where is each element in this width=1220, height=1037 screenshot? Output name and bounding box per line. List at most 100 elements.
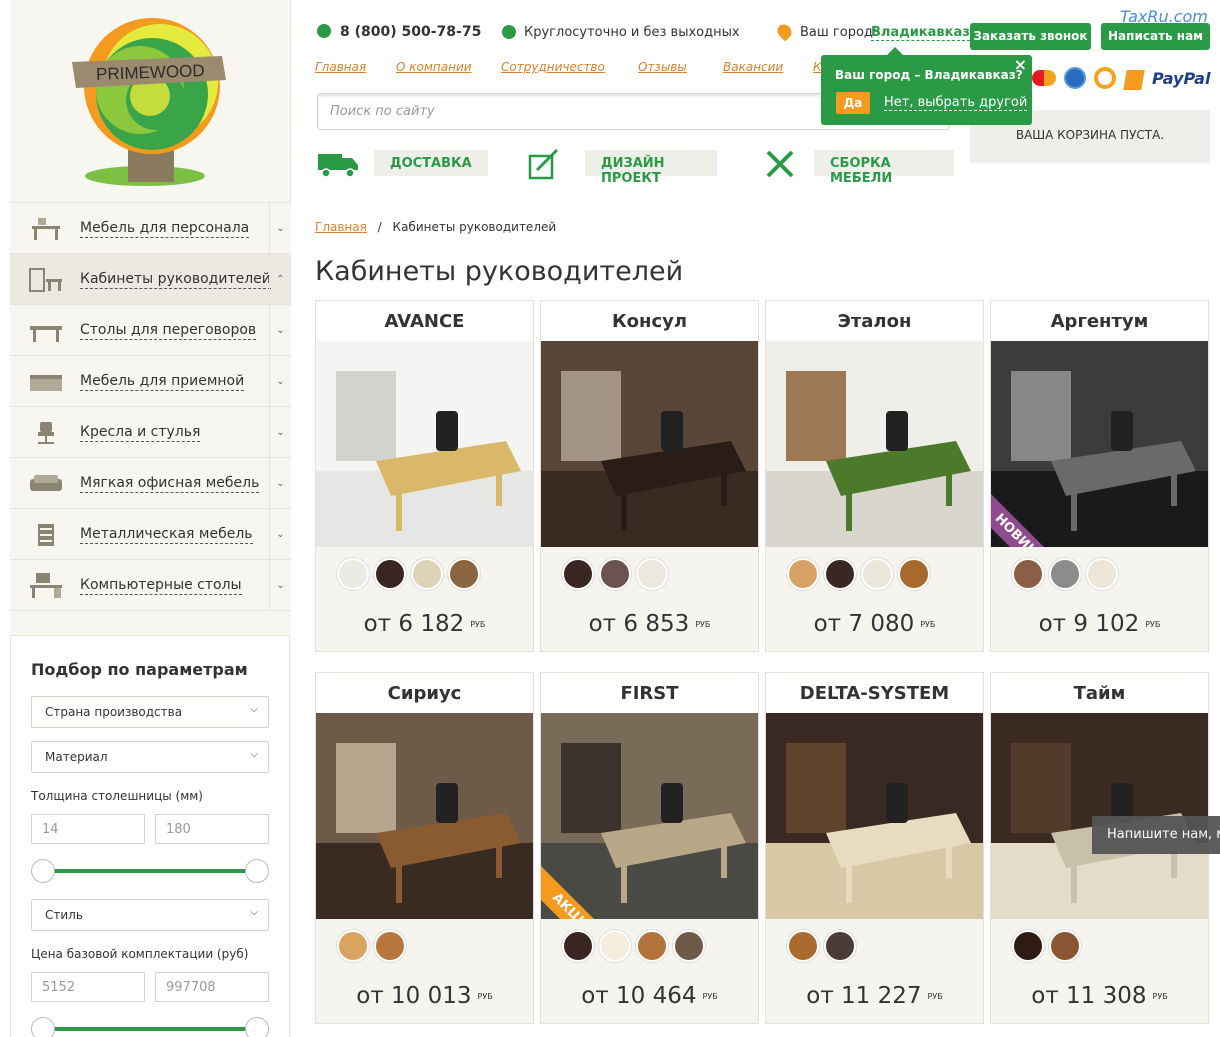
product-image[interactable] bbox=[541, 341, 758, 547]
product-card[interactable]: AVANCE от 6 182 РУБ bbox=[315, 300, 534, 652]
service-design[interactable]: ДИЗАЙН ПРОЕКТ bbox=[527, 145, 717, 186]
service-delivery[interactable]: ДОСТАВКА bbox=[316, 145, 488, 179]
product-image[interactable] bbox=[766, 713, 983, 919]
color-swatch[interactable] bbox=[562, 930, 594, 962]
sidebar-item[interactable]: Мебель для приемной ⌄ bbox=[10, 356, 291, 407]
color-swatch[interactable] bbox=[337, 930, 369, 962]
logo-area: PRIMEWOOD bbox=[10, 0, 291, 202]
color-swatch[interactable] bbox=[374, 930, 406, 962]
logo[interactable]: PRIMEWOOD bbox=[10, 0, 291, 202]
service-assembly[interactable]: СБОРКА МЕБЕЛИ bbox=[764, 145, 954, 186]
sidebar-item[interactable]: Металлическая мебель ⌄ bbox=[10, 509, 291, 560]
sidebar-item[interactable]: Компьютерные столы ⌄ bbox=[10, 560, 291, 611]
product-card[interactable]: Сириус от 10 013 РУБ bbox=[315, 672, 534, 1024]
product-image[interactable] bbox=[316, 341, 533, 547]
close-icon[interactable]: × bbox=[1014, 55, 1027, 74]
thickness-slider-min-handle[interactable] bbox=[31, 859, 55, 883]
thickness-max-input[interactable]: 180 bbox=[155, 814, 269, 844]
color-swatch[interactable] bbox=[1012, 930, 1044, 962]
product-name[interactable]: Аргентум bbox=[991, 301, 1208, 341]
product-name[interactable]: Тайм bbox=[991, 673, 1208, 713]
city-selector[interactable]: Владикавказ bbox=[871, 25, 970, 41]
sidebar-item[interactable]: Кабинеты руководителей ⌃ bbox=[10, 254, 291, 305]
order-call-button[interactable]: Заказать звонок bbox=[970, 23, 1091, 50]
color-swatch[interactable] bbox=[337, 558, 369, 590]
color-swatch[interactable] bbox=[1012, 558, 1044, 590]
product-name[interactable]: AVANCE bbox=[316, 301, 533, 341]
watermark: TaxRu.com bbox=[1120, 7, 1208, 26]
color-swatch[interactable] bbox=[411, 558, 443, 590]
color-swatch[interactable] bbox=[448, 558, 480, 590]
price-slider-min-handle[interactable] bbox=[31, 1017, 55, 1037]
sidebar-item[interactable]: Кресла и стулья ⌄ bbox=[10, 407, 291, 458]
currency-label: РУБ bbox=[470, 619, 486, 629]
price-min-input[interactable]: 5152 bbox=[31, 972, 145, 1002]
color-swatch[interactable] bbox=[898, 558, 930, 590]
product-image[interactable] bbox=[541, 713, 758, 919]
popup-choose-other-link[interactable]: Нет, выбрать другой bbox=[884, 95, 1028, 111]
chevron-down-icon[interactable]: ⌄ bbox=[269, 407, 291, 457]
product-card[interactable]: DELTA-SYSTEM от 11 227 РУБ bbox=[765, 672, 984, 1024]
write-us-button[interactable]: Написать нам bbox=[1101, 23, 1210, 50]
price-divider bbox=[999, 1018, 1200, 1024]
price-slider-max-handle[interactable] bbox=[245, 1017, 269, 1037]
chevron-down-icon[interactable]: ⌄ bbox=[269, 305, 291, 355]
color-swatch[interactable] bbox=[787, 558, 819, 590]
color-swatch[interactable] bbox=[824, 930, 856, 962]
color-swatch[interactable] bbox=[562, 558, 594, 590]
nav-cooperation[interactable]: Сотрудничество bbox=[501, 60, 605, 74]
product-image-frame: НОВИНКА bbox=[991, 341, 1208, 547]
thickness-min-input[interactable]: 14 bbox=[31, 814, 145, 844]
color-swatch[interactable] bbox=[1049, 558, 1081, 590]
price-max-input[interactable]: 997708 bbox=[155, 972, 269, 1002]
country-select[interactable]: Страна производства ⌵ bbox=[31, 696, 269, 728]
sidebar-item[interactable]: Мебель для персонала ⌄ bbox=[10, 203, 291, 254]
product-card[interactable]: Консул от 6 853 РУБ bbox=[540, 300, 759, 652]
color-swatch[interactable] bbox=[599, 558, 631, 590]
price-divider bbox=[324, 1018, 525, 1024]
product-name[interactable]: DELTA-SYSTEM bbox=[766, 673, 983, 713]
product-image[interactable] bbox=[316, 713, 533, 919]
chevron-down-icon[interactable]: ⌄ bbox=[269, 203, 291, 253]
chevron-down-icon[interactable]: ⌄ bbox=[269, 509, 291, 559]
chat-tooltip[interactable]: Напишите нам, м bbox=[1092, 816, 1220, 854]
breadcrumb-home[interactable]: Главная bbox=[315, 220, 367, 234]
price-divider bbox=[774, 1018, 975, 1024]
tools-icon bbox=[766, 150, 794, 178]
color-swatch[interactable] bbox=[599, 930, 631, 962]
chevron-down-icon[interactable]: ⌄ bbox=[269, 356, 291, 406]
thickness-slider-max-handle[interactable] bbox=[245, 859, 269, 883]
sidebar-item[interactable]: Мягкая офисная мебель ⌄ bbox=[10, 458, 291, 509]
product-image[interactable] bbox=[766, 341, 983, 547]
color-swatch[interactable] bbox=[861, 558, 893, 590]
product-name[interactable]: Консул bbox=[541, 301, 758, 341]
color-swatch[interactable] bbox=[787, 930, 819, 962]
chevron-down-icon[interactable]: ⌄ bbox=[269, 458, 291, 508]
color-swatch[interactable] bbox=[1049, 930, 1081, 962]
product-card[interactable]: Аргентум НОВИНКА от 9 102 РУБ bbox=[990, 300, 1209, 652]
product-image[interactable] bbox=[991, 341, 1208, 547]
nav-vacancies[interactable]: Вакансии bbox=[723, 60, 783, 74]
product-name[interactable]: FIRST bbox=[541, 673, 758, 713]
nav-home[interactable]: Главная bbox=[315, 60, 366, 74]
color-swatch[interactable] bbox=[1086, 558, 1118, 590]
sidebar-item[interactable]: Столы для переговоров ⌄ bbox=[10, 305, 291, 356]
nav-about[interactable]: О компании bbox=[396, 60, 472, 74]
phone-number[interactable]: 8 (800) 500-78-75 bbox=[340, 24, 481, 40]
color-swatch[interactable] bbox=[824, 558, 856, 590]
nav-reviews[interactable]: Отзывы bbox=[638, 60, 687, 74]
sidebar-item-label: Столы для переговоров bbox=[80, 321, 257, 340]
style-select[interactable]: Стиль ⌵ bbox=[31, 899, 269, 931]
material-select[interactable]: Материал ⌵ bbox=[31, 741, 269, 773]
color-swatch[interactable] bbox=[673, 930, 705, 962]
color-swatch[interactable] bbox=[374, 558, 406, 590]
popup-yes-button[interactable]: Да bbox=[836, 92, 870, 114]
chevron-up-icon[interactable]: ⌃ bbox=[269, 254, 291, 304]
chevron-down-icon[interactable]: ⌄ bbox=[269, 560, 291, 610]
color-swatch[interactable] bbox=[636, 558, 668, 590]
product-card[interactable]: FIRST АКЦИЯ от 10 464 РУБ bbox=[540, 672, 759, 1024]
product-name[interactable]: Сириус bbox=[316, 673, 533, 713]
product-name[interactable]: Эталон bbox=[766, 301, 983, 341]
product-card[interactable]: Эталон от 7 080 РУБ bbox=[765, 300, 984, 652]
color-swatch[interactable] bbox=[636, 930, 668, 962]
